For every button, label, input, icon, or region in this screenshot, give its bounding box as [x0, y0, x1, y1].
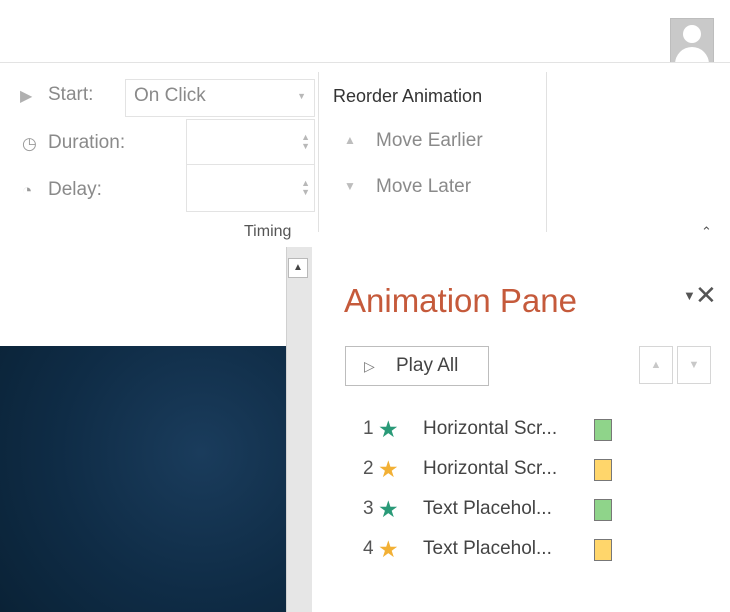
- clock-icon: ◷: [22, 134, 37, 153]
- play-icon: ▷: [364, 358, 375, 374]
- move-up-button[interactable]: ▲: [639, 346, 673, 384]
- timeline-bar: [594, 499, 612, 521]
- animation-number: 3: [363, 498, 374, 519]
- start-label: Start:: [48, 84, 94, 105]
- animation-number: 4: [363, 538, 374, 559]
- animation-item[interactable]: 2 ★ Horizontal Scr...: [363, 456, 623, 486]
- arrow-up-icon: ▲: [344, 133, 356, 147]
- start-icon: ▶: [20, 88, 33, 105]
- group-divider: [318, 72, 319, 232]
- animation-name: Horizontal Scr...: [423, 418, 558, 439]
- timeline-bar: [594, 539, 612, 561]
- animation-name: Text Placehol...: [423, 538, 552, 559]
- stepper-arrows-icon: ▲ ▼: [301, 132, 310, 151]
- animation-number: 2: [363, 458, 374, 479]
- pane-title: Animation Pane: [344, 282, 577, 319]
- play-all-label: Play All: [396, 355, 459, 376]
- reorder-animation-title: Reorder Animation: [333, 86, 483, 106]
- chevron-down-icon: ▼: [297, 91, 306, 101]
- animation-name: Text Placehol...: [423, 498, 552, 519]
- vertical-scrollbar[interactable]: [286, 247, 313, 612]
- move-earlier-label: Move Earlier: [376, 130, 483, 151]
- title-bar: [0, 0, 730, 62]
- avatar-head-icon: [683, 25, 701, 43]
- delay-stepper[interactable]: ▲ ▼: [186, 164, 315, 212]
- slide-thumbnail[interactable]: [0, 346, 287, 612]
- timeline-bar: [594, 419, 612, 441]
- stepper-arrows-icon: ▲ ▼: [301, 178, 310, 197]
- move-later-label: Move Later: [376, 176, 472, 197]
- timeline-bar: [594, 459, 612, 481]
- animation-item[interactable]: 4 ★ Text Placehol...: [363, 536, 623, 566]
- arrow-up-icon: ▲: [650, 359, 662, 371]
- arrow-down-icon: ▼: [344, 179, 356, 193]
- animation-item[interactable]: 1 ★ Horizontal Scr...: [363, 416, 623, 446]
- entrance-star-icon: ★: [378, 416, 399, 442]
- arrow-down-icon: ▼: [688, 359, 700, 371]
- animation-item[interactable]: 3 ★ Text Placehol...: [363, 496, 623, 526]
- entrance-star-icon: ★: [378, 496, 399, 522]
- timing-group-label: Timing: [244, 223, 292, 240]
- user-avatar[interactable]: [670, 18, 714, 64]
- start-dropdown-value: On Click: [134, 85, 206, 106]
- group-divider: [546, 72, 547, 232]
- move-down-button[interactable]: ▼: [677, 346, 711, 384]
- delay-label: Delay:: [48, 179, 102, 200]
- duration-stepper[interactable]: ▲ ▼: [186, 119, 315, 165]
- collapse-ribbon-icon[interactable]: ⌃: [701, 224, 712, 240]
- move-earlier-button[interactable]: ▲ Move Earlier: [338, 128, 528, 158]
- play-all-button[interactable]: ▷ Play All: [345, 346, 489, 386]
- exit-star-icon: ★: [378, 456, 399, 482]
- move-later-button[interactable]: ▼ Move Later: [338, 174, 528, 204]
- delay-icon: ◔: [22, 181, 33, 200]
- exit-star-icon: ★: [378, 536, 399, 562]
- close-icon[interactable]: ✕: [695, 280, 717, 311]
- pane-options-icon[interactable]: ▼: [683, 288, 696, 303]
- scroll-up-icon[interactable]: ▲: [288, 258, 308, 278]
- duration-label: Duration:: [48, 132, 126, 153]
- animation-name: Horizontal Scr...: [423, 458, 558, 479]
- start-dropdown[interactable]: On Click ▼: [125, 79, 315, 117]
- animation-number: 1: [363, 418, 374, 439]
